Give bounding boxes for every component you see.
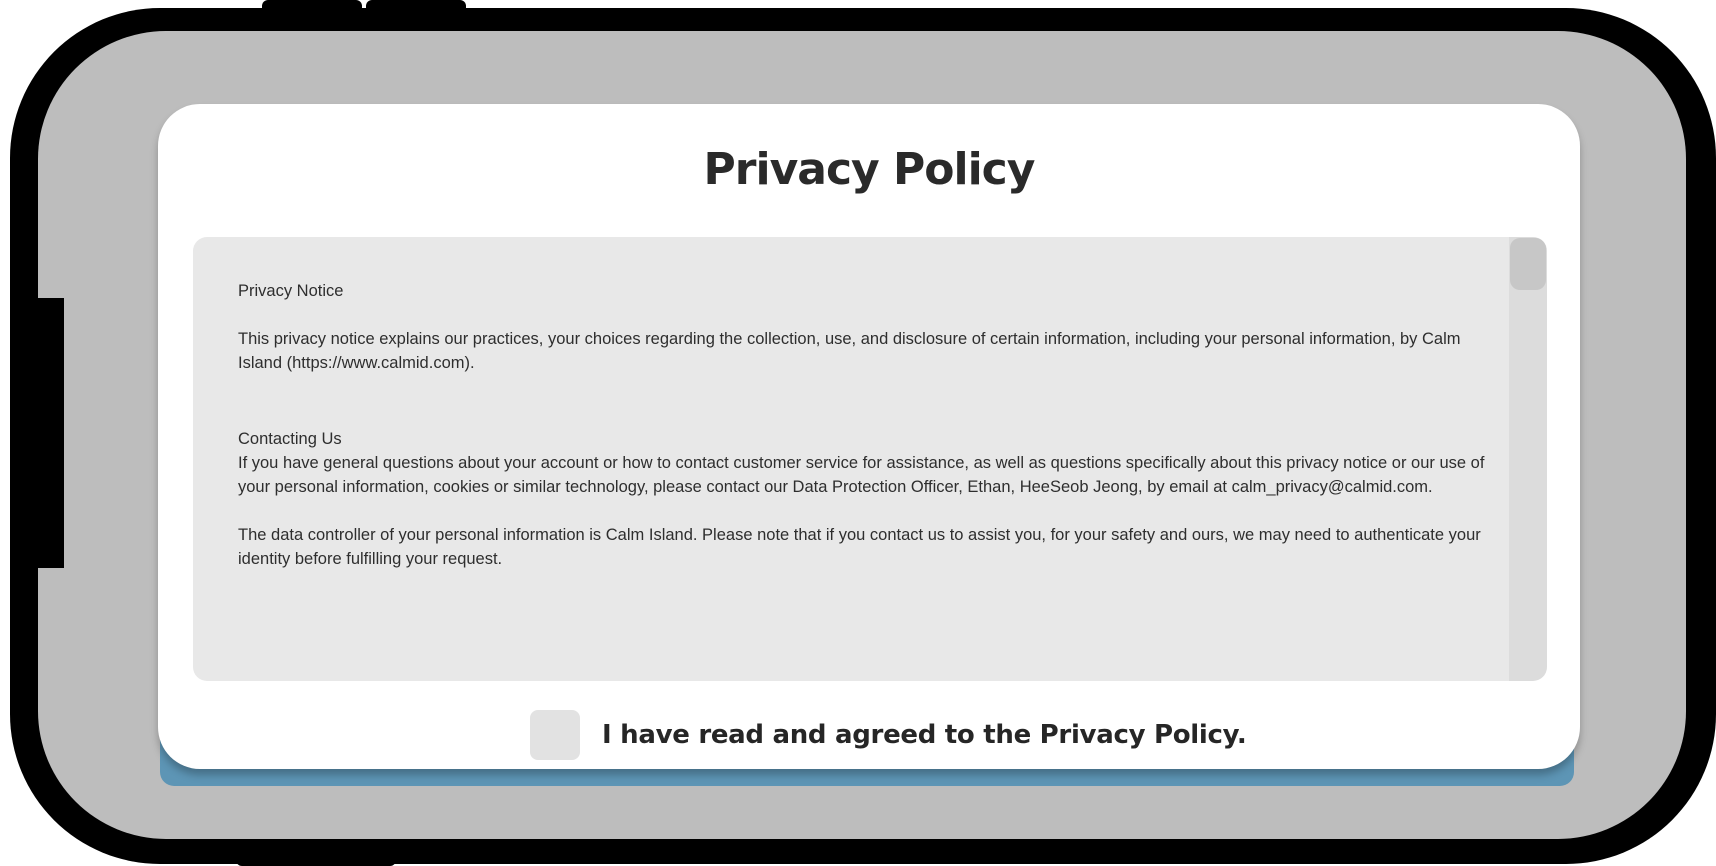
scrollbar-thumb[interactable] <box>1510 238 1546 290</box>
agreement-row[interactable]: I have read and agreed to the Privacy Po… <box>530 710 1247 760</box>
policy-intro: This privacy notice explains our practic… <box>238 330 1461 372</box>
dialog-title: Privacy Policy <box>703 144 1036 195</box>
contact-body: If you have general questions about your… <box>238 454 1485 496</box>
checkbox-unchecked-icon[interactable] <box>530 710 580 760</box>
privacy-policy-dialog: Privacy Policy Privacy Notice This priva… <box>158 104 1580 769</box>
side-button-left <box>20 298 64 568</box>
policy-heading: Privacy Notice <box>238 282 344 300</box>
controller-body: The data controller of your personal inf… <box>238 526 1481 568</box>
contact-heading: Contacting Us <box>238 430 342 448</box>
policy-scroll-area[interactable]: Privacy Notice This privacy notice expla… <box>193 237 1547 681</box>
policy-text: Privacy Notice This privacy notice expla… <box>238 279 1500 571</box>
agreement-label[interactable]: I have read and agreed to the Privacy Po… <box>602 720 1247 750</box>
scrollbar-track[interactable] <box>1509 237 1547 681</box>
phone-frame: Privacy Policy Privacy Notice This priva… <box>10 8 1716 864</box>
device-stage: Privacy Policy Privacy Notice This priva… <box>0 0 1716 866</box>
app-screen: Privacy Policy Privacy Notice This priva… <box>38 31 1686 839</box>
